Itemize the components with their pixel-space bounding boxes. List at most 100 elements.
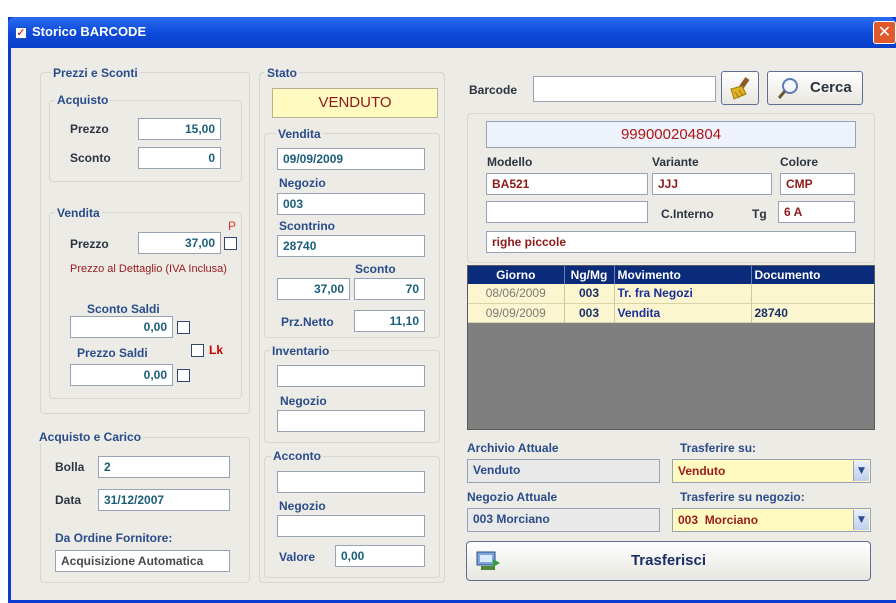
barcode-code-display: 999000204804 (486, 121, 856, 148)
variante-field[interactable]: JJJ (652, 173, 772, 195)
colore-field[interactable]: CMP (780, 173, 855, 195)
cell-ngmg: 003 (564, 303, 615, 322)
bolla-label: Bolla (55, 460, 85, 474)
prz-netto-label: Prz.Netto (281, 315, 334, 329)
vendita-negozio-field[interactable]: 003 (277, 193, 425, 215)
ordine-fornitore-field[interactable]: Acquisizione Automatica (55, 550, 230, 572)
clear-barcode-button[interactable] (721, 71, 759, 105)
acquisto-subgroup (49, 100, 242, 182)
bolla-field[interactable]: 2 (98, 456, 230, 478)
grid-header-row: Giorno Ng/Mg Movimento Documento (468, 266, 874, 284)
cell-movimento: Vendita (614, 303, 752, 322)
vendita-sconto-label: Sconto (355, 262, 396, 276)
trasferisci-button[interactable]: Trasferisci (466, 541, 871, 581)
prezzo-saldi-label: Prezzo Saldi (77, 346, 148, 360)
cell-documento (751, 284, 874, 303)
sconto-saldi-field[interactable]: 0,00 (70, 316, 173, 338)
acquisto-carico-label: Acquisto e Carico (37, 430, 144, 444)
vendita-date-field[interactable]: 09/09/2009 (277, 148, 425, 170)
inventario-negozio-field[interactable] (277, 410, 425, 432)
close-button[interactable]: ✕ (873, 21, 896, 44)
vendita-prezzo-stato-field[interactable]: 37,00 (277, 278, 350, 300)
trasferire-negozio-label: Trasferire su negozio: (680, 490, 805, 504)
modello-field[interactable]: BA521 (486, 173, 648, 195)
acquisto-prezzo-label: Prezzo (70, 122, 109, 136)
cell-documento: 28740 (754, 305, 788, 320)
column-header-movimento[interactable]: Movimento (614, 266, 752, 284)
extra-code-field[interactable] (486, 201, 648, 223)
column-header-giorno[interactable]: Giorno (468, 266, 565, 284)
trasferire-su-value: Venduto (678, 464, 726, 478)
cerca-button[interactable]: Cerca (767, 71, 863, 105)
trasferire-negozio-value: 003 Morciano (678, 513, 759, 527)
barcode-input[interactable] (533, 76, 716, 102)
negozio-attuale-label: Negozio Attuale (467, 490, 558, 504)
prezzo-saldi-checkbox[interactable] (177, 369, 190, 382)
vendita-prezzo-field[interactable]: 37,00 (138, 232, 221, 254)
cell-giorno: 08/06/2009 (468, 284, 565, 303)
acquisto-sconto-label: Sconto (70, 151, 111, 165)
magnifier-icon (777, 78, 798, 99)
acconto-negozio-label: Negozio (279, 499, 326, 513)
vendita-prezzi-label: Vendita (55, 206, 102, 220)
acconto-label: Acconto (271, 449, 323, 463)
valore-field[interactable]: 0,00 (335, 545, 425, 567)
trasferire-su-select[interactable]: Venduto ▼ (672, 459, 871, 483)
vendita-negozio-label: Negozio (279, 176, 326, 190)
stato-value: VENDUTO (272, 88, 438, 118)
cell-movimento: Tr. fra Negozi (614, 284, 752, 303)
trasferisci-label: Trasferisci (630, 552, 707, 569)
inventario-negozio-label: Negozio (280, 394, 327, 408)
acconto-field[interactable] (277, 471, 425, 493)
lk-checkbox[interactable] (191, 344, 204, 357)
stato-label: Stato (265, 66, 299, 80)
inventario-field[interactable] (277, 365, 425, 387)
ordine-fornitore-label: Da Ordine Fornitore: (55, 531, 173, 545)
stato-vendita-label: Vendita (276, 127, 323, 141)
prezzo-p-marker: P (228, 219, 237, 233)
checkbox-icon: ✓ (15, 26, 27, 39)
vendita-prezzo-checkbox[interactable] (224, 237, 237, 250)
acquisto-sconto-field[interactable]: 0 (138, 147, 221, 169)
vendita-sconto-stato-field[interactable]: 70 (354, 278, 425, 300)
scontrino-field[interactable]: 28740 (277, 235, 425, 257)
column-header-documento[interactable]: Documento (751, 266, 874, 284)
movimenti-grid: Giorno Ng/Mg Movimento Documento 08/06/2… (467, 265, 875, 430)
barcode-label: Barcode (469, 83, 518, 97)
data-label: Data (55, 493, 82, 507)
archivio-attuale-label: Archivio Attuale (467, 441, 559, 455)
prezzi-sconti-label: Prezzi e Sconti (51, 66, 140, 80)
prezzo-saldi-field[interactable]: 0,00 (70, 364, 173, 386)
colore-label: Colore (780, 155, 819, 169)
modello-label: Modello (487, 155, 533, 169)
prz-netto-field[interactable]: 11,10 (354, 310, 425, 332)
tg-field[interactable]: 6 A (778, 201, 855, 223)
cerca-label: Cerca (810, 79, 852, 96)
trasferire-su-label: Trasferire su: (680, 441, 757, 455)
chevron-down-icon[interactable]: ▼ (853, 461, 869, 481)
column-header-ngmg[interactable]: Ng/Mg (564, 266, 615, 284)
negozio-attuale-field: 003 Morciano (467, 508, 660, 532)
sconto-saldi-checkbox[interactable] (177, 321, 190, 334)
chevron-down-icon[interactable]: ▼ (853, 510, 869, 530)
valore-label: Valore (279, 550, 316, 564)
descrizione-field[interactable]: righe piccole (486, 231, 856, 253)
archivio-attuale-field: Venduto (467, 459, 660, 483)
cell-giorno: 09/09/2009 (468, 303, 565, 322)
table-row[interactable]: 09/09/2009 003 Vendita 28740 (468, 303, 874, 322)
data-field[interactable]: 31/12/2007 (98, 489, 230, 511)
cell-ngmg: 003 (564, 284, 615, 303)
window-title: Storico BARCODE (32, 24, 147, 39)
acquisto-prezzo-field[interactable]: 15,00 (138, 118, 221, 140)
cinterno-label: C.Interno (661, 207, 714, 221)
acconto-negozio-field[interactable] (277, 515, 425, 537)
sconto-saldi-label: Sconto Saldi (87, 302, 160, 316)
inventario-label: Inventario (270, 344, 332, 358)
table-row[interactable]: 08/06/2009 003 Tr. fra Negozi (468, 284, 874, 303)
acquisto-label: Acquisto (55, 93, 111, 107)
scontrino-label: Scontrino (279, 219, 335, 233)
vendita-prezzo-label: Prezzo (70, 237, 109, 251)
broom-icon (730, 77, 750, 100)
prezzo-dettaglio-note: Prezzo al Dettaglio (IVA Inclusa) (70, 263, 227, 275)
trasferire-negozio-select[interactable]: 003 Morciano ▼ (672, 508, 871, 532)
